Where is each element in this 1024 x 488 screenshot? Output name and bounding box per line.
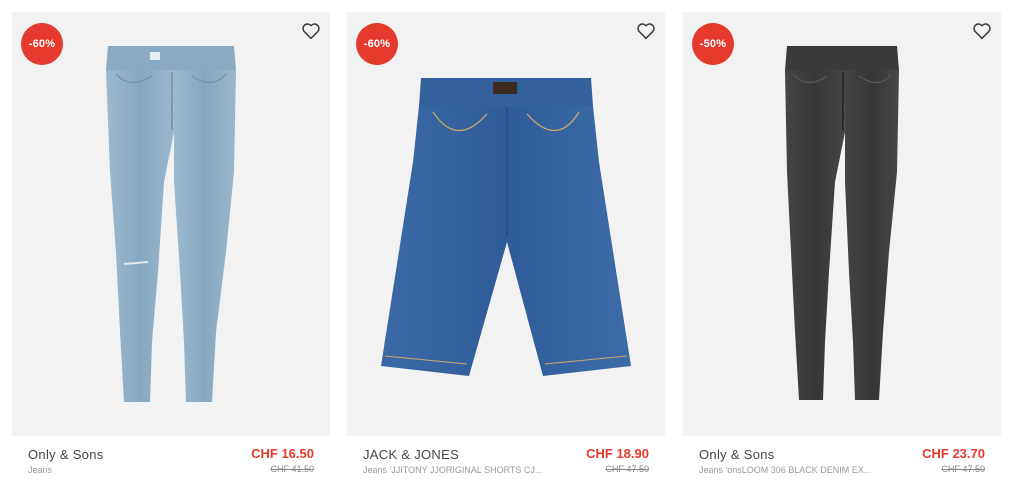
product-old-price: CHF 47.50: [941, 464, 985, 474]
discount-badge: -60%: [21, 23, 63, 65]
product-subtitle: Jeans 'JJITONY JJORIGINAL SHORTS CJ...: [363, 465, 543, 475]
product-image[interactable]: [347, 12, 665, 436]
product-card[interactable]: -60% Only & Sons Jeans CHF 16.50 CHF 41.…: [12, 12, 330, 478]
product-brand: JACK & JONES: [363, 447, 460, 462]
product-price: CHF 18.90: [586, 446, 649, 461]
heart-icon[interactable]: [635, 20, 657, 42]
product-subtitle: Jeans: [28, 465, 53, 475]
product-price: CHF 16.50: [251, 446, 314, 461]
product-old-price: CHF 47.50: [605, 464, 649, 474]
product-info[interactable]: JACK & JONES Jeans 'JJITONY JJORIGINAL S…: [347, 436, 665, 478]
discount-badge: -50%: [692, 23, 734, 65]
product-subtitle: Jeans 'onsLOOM 306 BLACK DENIM EX...: [699, 465, 872, 475]
product-info[interactable]: Only & Sons Jeans 'onsLOOM 306 BLACK DEN…: [683, 436, 1001, 478]
product-image-area[interactable]: -60%: [12, 12, 330, 436]
product-brand: Only & Sons: [28, 447, 104, 462]
product-info[interactable]: Only & Sons Jeans CHF 16.50 CHF 41.50: [12, 436, 330, 478]
product-grid: -60% Only & Sons Jeans CHF 16.50 CHF 41.…: [12, 12, 1012, 478]
product-image-area[interactable]: -60%: [347, 12, 665, 436]
product-price: CHF 23.70: [922, 446, 985, 461]
product-card[interactable]: -50% Only & Sons Jeans 'onsLOOM 306 BLAC…: [683, 12, 1001, 478]
product-image-area[interactable]: -50%: [683, 12, 1001, 436]
heart-icon[interactable]: [971, 20, 993, 42]
product-image[interactable]: [12, 12, 330, 436]
product-old-price: CHF 41.50: [270, 464, 314, 474]
product-image[interactable]: [683, 12, 1001, 436]
product-card[interactable]: -60% JACK & JONES Jeans 'JJITONY JJORIGI…: [347, 12, 665, 478]
heart-icon[interactable]: [300, 20, 322, 42]
discount-badge: -60%: [356, 23, 398, 65]
product-brand: Only & Sons: [699, 447, 775, 462]
